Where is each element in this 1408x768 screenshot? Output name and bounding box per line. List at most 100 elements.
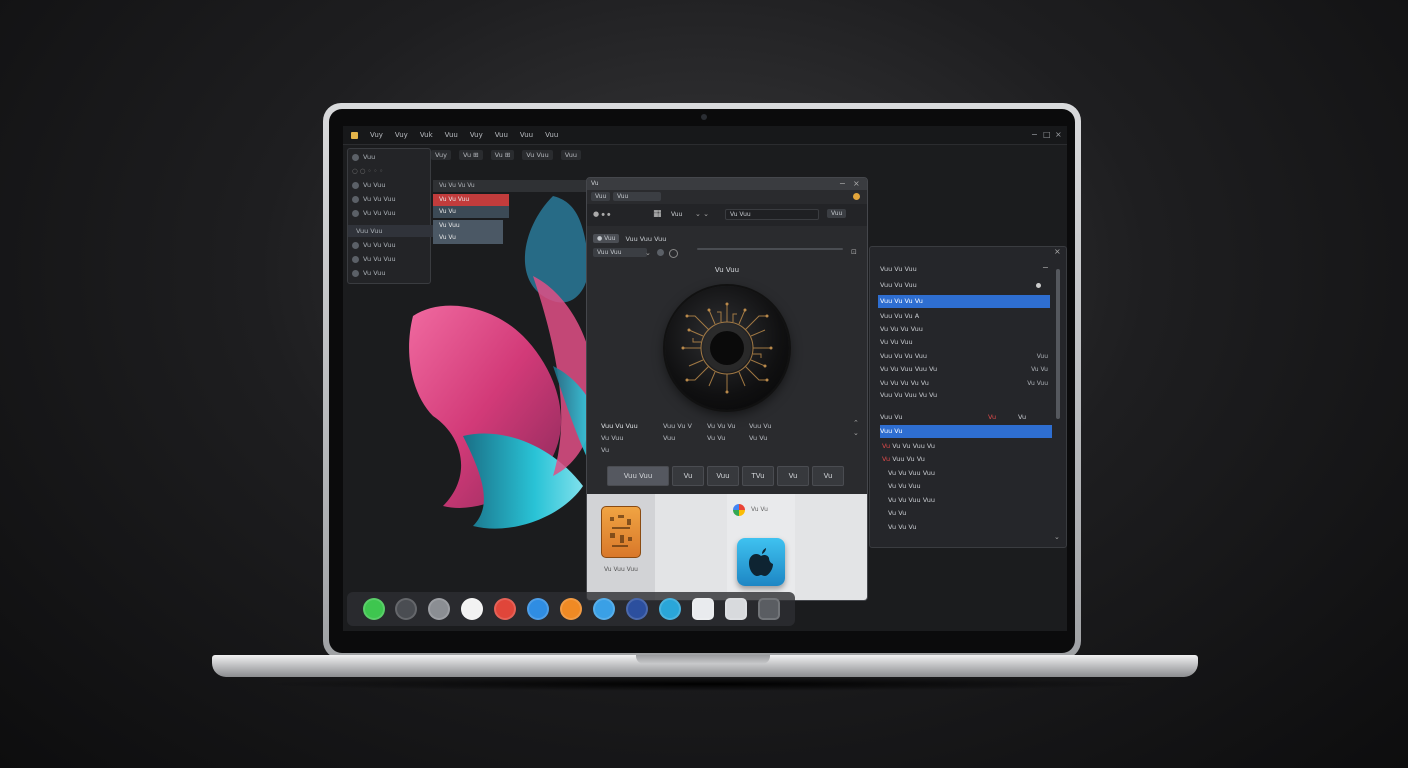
menu-item-5[interactable]: Vuy — [470, 131, 483, 139]
menu-item-6[interactable]: Vuu — [495, 131, 508, 139]
left-panel-row-selected[interactable]: Vuu Vuu — [348, 225, 434, 237]
track-list: Vu Vu Vu Vu Vu Vu Vuu Vu Vu Vu Vuu Vu Vu — [431, 180, 591, 248]
chevron-down-icon[interactable]: ⌄ — [1054, 533, 1060, 541]
toggle-icon[interactable] — [657, 249, 664, 256]
mail-icon[interactable] — [626, 598, 648, 620]
right-row[interactable]: Vuu Vu Vu A — [880, 312, 919, 320]
app-card-2-caption: Vu Vu — [751, 506, 768, 513]
minimize-icon[interactable]: − — [1031, 130, 1038, 139]
center-window-title: Vu — [591, 180, 599, 187]
left-panel-row[interactable]: Vu Vuu — [352, 269, 385, 277]
toolbar-item-1[interactable]: Vuy — [431, 150, 451, 160]
calendar-icon[interactable] — [725, 598, 747, 620]
app-card-1[interactable]: Vu Vuu Vuu — [587, 494, 655, 600]
segment-5[interactable]: Vu — [777, 466, 809, 486]
menu-item-8[interactable]: Vuu — [545, 131, 558, 139]
menu-item-7[interactable]: Vuu — [520, 131, 533, 139]
group-label: Vuu Vu — [880, 413, 903, 421]
menu-item-4[interactable]: Vuu — [445, 131, 458, 139]
toolbar-item-2[interactable]: Vu ⊞ — [458, 150, 483, 160]
left-panel-row[interactable]: Vu Vu Vuu — [352, 209, 396, 217]
segment-3[interactable]: Vuu — [707, 466, 739, 486]
safari-icon[interactable] — [527, 598, 549, 620]
messages-icon[interactable] — [363, 598, 385, 620]
grid-icon[interactable]: ▦ — [653, 209, 662, 219]
list-item[interactable]: Vu Vu Vu — [888, 523, 917, 531]
track-row[interactable]: Vu Vuu — [433, 220, 503, 232]
range-bar[interactable] — [697, 248, 843, 250]
laptop-shadow — [260, 677, 1150, 691]
left-panel-row[interactable]: Vu Vu Vuu — [352, 255, 396, 263]
right-row[interactable]: Vu Vu Vuu — [880, 338, 913, 346]
right-row[interactable]: Vuu Vu Vu Vuu — [880, 352, 927, 360]
group-selected[interactable] — [880, 425, 1052, 438]
menu-item-3[interactable]: Vuk — [420, 131, 433, 139]
chat-icon[interactable] — [659, 598, 681, 620]
segment-4[interactable]: TVu — [742, 466, 774, 486]
scrollbar[interactable] — [1056, 269, 1060, 419]
cloud-icon[interactable] — [758, 598, 780, 620]
music-icon[interactable] — [560, 598, 582, 620]
group-value-2[interactable]: Vu — [1018, 413, 1026, 421]
toolbar-select-3[interactable]: Vuu — [827, 209, 847, 218]
menu-item-2[interactable]: Vuy — [395, 131, 408, 139]
field-select[interactable]: Vuu Vuu — [593, 248, 647, 257]
close-icon[interactable]: × — [1054, 247, 1061, 256]
chevron-down-icon[interactable]: ⌄ — [645, 249, 651, 257]
record-icon[interactable]: ● ⦁ ⦁ — [593, 210, 611, 219]
right-row[interactable]: Vu Vu Vu Vu Vu — [880, 379, 929, 387]
right-row-value: Vu Vuu — [1027, 380, 1048, 387]
antenna-icon[interactable] — [494, 598, 516, 620]
segment-6[interactable]: Vu — [812, 466, 844, 486]
track-row[interactable]: Vu Vu — [433, 232, 503, 244]
segment-2[interactable]: Vu — [672, 466, 704, 486]
minimize-icon[interactable]: − — [839, 179, 846, 188]
toolbar-item-4[interactable]: Vu Vuu — [522, 150, 553, 160]
left-panel-header[interactable]: Vuu — [352, 153, 375, 161]
left-panel: Vuu ○ ○ ◦ ◦ ◦ Vu Vuu Vu Vu Vuu Vu Vu Vuu… — [347, 148, 434, 284]
list-item[interactable]: Vu Vu Vuu Vuu — [888, 469, 935, 477]
finder-icon[interactable] — [395, 598, 417, 620]
close-icon[interactable]: × — [853, 179, 860, 188]
laptop-notch — [636, 655, 770, 664]
right-row[interactable]: Vuu Vu Vuu — [880, 281, 917, 289]
list-item[interactable]: Vu Vuu Vu Vu — [882, 455, 925, 463]
notes-icon[interactable] — [692, 598, 714, 620]
left-panel-row[interactable]: Vu Vuu — [352, 181, 385, 189]
chevron-down-icon[interactable]: ⌄ ⌄ — [695, 210, 709, 218]
right-row[interactable]: Vuu Vu Vuu Vu Vu — [880, 391, 937, 399]
list-item[interactable]: Vu Vu Vuu Vuu — [888, 496, 935, 504]
disk-icon[interactable] — [428, 598, 450, 620]
tab-2[interactable]: Vuu — [613, 192, 661, 201]
scroll-arrows-icon[interactable]: ⌃ ⌄ — [853, 418, 859, 438]
chip-app-icon[interactable] — [601, 506, 641, 558]
menu-item-1[interactable]: Vuy — [370, 131, 383, 139]
apple-app-icon[interactable] — [737, 538, 785, 586]
toolbar-select-2[interactable]: Vu Vuu — [725, 209, 819, 220]
track-row[interactable]: Vu Vu Vuu — [433, 194, 509, 206]
toolbar-item-3[interactable]: Vu ⊞ — [490, 150, 515, 160]
left-panel-row[interactable]: Vu Vu Vuu — [352, 241, 396, 249]
toolbar-item-5[interactable]: Vuu — [560, 150, 581, 160]
app-logo-icon[interactable] — [351, 131, 358, 139]
toolbar-select-1[interactable]: Vuu — [671, 211, 682, 218]
list-item[interactable]: Vu Vu Vu Vuu Vu — [882, 442, 935, 450]
right-row[interactable]: Vu Vu Vuu Vuu Vu — [880, 365, 937, 373]
radio-icon[interactable] — [669, 249, 678, 258]
right-window: Vuu Vu Vuu − × Vuu Vu Vuu Vuu Vu Vu Vu V… — [869, 246, 1067, 548]
maximize-icon[interactable]: □ — [1043, 130, 1051, 139]
browser-icon[interactable] — [461, 598, 483, 620]
close-icon[interactable]: × — [1055, 130, 1062, 139]
minimize-icon[interactable]: − — [1042, 263, 1049, 272]
section-tab[interactable]: ● Vuu — [593, 234, 620, 243]
segment-1[interactable]: Vuu Vuu — [607, 466, 669, 486]
right-row[interactable]: Vu Vu Vu Vuu — [880, 325, 923, 333]
photo-icon[interactable] — [593, 598, 615, 620]
list-item[interactable]: Vu Vu — [888, 509, 906, 517]
app-card-2[interactable]: Vu Vu — [727, 494, 795, 600]
settings-icon[interactable]: ⊡ — [851, 248, 857, 256]
left-panel-row[interactable]: Vu Vu Vuu — [352, 195, 396, 203]
track-row[interactable]: Vu Vu — [433, 206, 509, 218]
tab-1[interactable]: Vuu — [591, 192, 611, 201]
list-item[interactable]: Vu Vu Vuu — [888, 482, 921, 490]
